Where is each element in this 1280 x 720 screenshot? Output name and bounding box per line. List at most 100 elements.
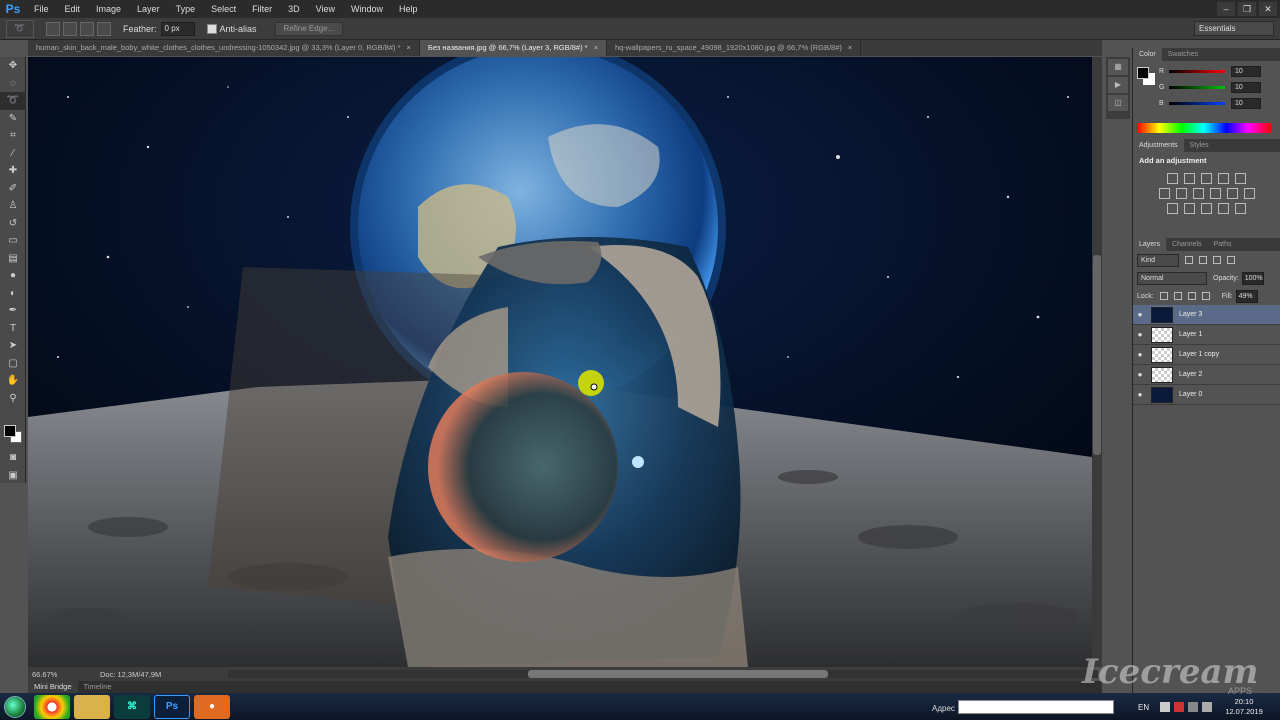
healing-tool-icon[interactable]: ✚ xyxy=(0,162,26,180)
tab-channels[interactable]: Channels xyxy=(1166,238,1208,251)
lock-pixels-icon[interactable] xyxy=(1173,292,1182,300)
address-input[interactable] xyxy=(958,700,1114,714)
opacity-input[interactable]: 100% xyxy=(1241,271,1264,285)
filter-type-icon[interactable] xyxy=(1213,256,1221,264)
close-icon[interactable]: × xyxy=(848,43,852,52)
gradient-map-icon[interactable] xyxy=(1218,203,1229,214)
filter-pixel-icon[interactable] xyxy=(1185,256,1193,264)
doc-tab-2[interactable]: Без названия.jpg @ 66,7% (Layer 3, RGB/8… xyxy=(419,40,607,56)
type-tool-icon[interactable]: T xyxy=(0,320,26,338)
tab-swatches[interactable]: Swatches xyxy=(1162,48,1204,61)
menu-type[interactable]: Type xyxy=(168,0,204,18)
blur-tool-icon[interactable]: ● xyxy=(0,267,26,285)
brush-tool-icon[interactable]: ✐ xyxy=(0,180,26,198)
tray-network-icon[interactable] xyxy=(1188,702,1198,712)
menu-help[interactable]: Help xyxy=(391,0,426,18)
black-white-icon[interactable] xyxy=(1192,188,1204,199)
minimize-icon[interactable]: – xyxy=(1217,2,1235,16)
quick-select-tool-icon[interactable]: ✎ xyxy=(0,110,26,128)
move-tool-icon[interactable]: ✥ xyxy=(0,57,26,75)
tab-color[interactable]: Color xyxy=(1133,48,1162,61)
quick-mask-icon[interactable]: ◙ xyxy=(0,449,26,467)
posterize-icon[interactable] xyxy=(1184,203,1195,214)
refine-edge-button[interactable]: Refine Edge... xyxy=(274,21,344,36)
tab-adjustments[interactable]: Adjustments xyxy=(1133,139,1184,152)
color-balance-icon[interactable] xyxy=(1175,188,1187,199)
slider-value-r[interactable]: 10 xyxy=(1231,65,1261,77)
filter-shape-icon[interactable] xyxy=(1227,256,1235,264)
subtract-selection-icon[interactable] xyxy=(80,21,94,36)
shape-tool-icon[interactable]: ▢ xyxy=(0,355,26,373)
eye-icon[interactable]: ● xyxy=(1133,330,1147,339)
lock-position-icon[interactable] xyxy=(1187,292,1196,300)
menu-image[interactable]: Image xyxy=(88,0,129,18)
lock-all-icon[interactable] xyxy=(1201,292,1210,300)
doc-tab-3[interactable]: hq-wallpapers_ru_space_49098_1920x1080.j… xyxy=(607,40,862,56)
close-icon[interactable]: × xyxy=(594,43,598,52)
intersect-selection-icon[interactable] xyxy=(97,21,111,36)
horizontal-scroll-thumb[interactable] xyxy=(528,670,828,678)
slider-track-g[interactable] xyxy=(1169,85,1225,89)
curves-icon[interactable] xyxy=(1201,173,1212,184)
stamp-tool-icon[interactable]: ♙ xyxy=(0,197,26,215)
language-indicator[interactable]: EN xyxy=(1138,703,1149,712)
recorder-icon[interactable]: ● xyxy=(194,694,230,719)
exposure-icon[interactable] xyxy=(1218,173,1229,184)
path-select-tool-icon[interactable]: ➤ xyxy=(0,337,26,355)
crop-tool-icon[interactable]: ⌗ xyxy=(0,127,26,145)
doc-tab-1[interactable]: human_skin_back_male_boby_white_clothes_… xyxy=(28,40,420,56)
explorer-icon[interactable] xyxy=(74,694,110,719)
close-icon[interactable]: ✕ xyxy=(1259,2,1277,16)
start-button[interactable] xyxy=(0,693,30,720)
color-lookup-icon[interactable] xyxy=(1243,188,1255,199)
invert-icon[interactable] xyxy=(1167,203,1178,214)
dodge-tool-icon[interactable]: ◐ xyxy=(0,285,26,303)
slider-value-b[interactable]: 10 xyxy=(1231,97,1261,109)
new-selection-icon[interactable] xyxy=(46,21,60,36)
eye-icon[interactable]: ● xyxy=(1133,350,1147,359)
layer-row-layer-1[interactable]: ● Layer 1 xyxy=(1133,325,1280,345)
layer-row-layer-2[interactable]: ● Layer 2 xyxy=(1133,365,1280,385)
foreground-color-swatch[interactable] xyxy=(1137,67,1149,79)
add-selection-icon[interactable] xyxy=(63,21,77,36)
lock-transparency-icon[interactable] xyxy=(1159,292,1168,300)
close-icon[interactable]: × xyxy=(407,43,411,52)
history-brush-tool-icon[interactable]: ↺ xyxy=(0,215,26,233)
layer-row-layer-3[interactable]: ● Layer 3 xyxy=(1133,305,1280,325)
lasso-tool-icon[interactable]: ➰ xyxy=(0,92,26,110)
restore-icon[interactable]: ❐ xyxy=(1238,2,1256,16)
brightness-icon[interactable] xyxy=(1167,173,1178,184)
antialias-checkbox[interactable] xyxy=(206,23,217,34)
menu-view[interactable]: View xyxy=(308,0,343,18)
pen-tool-icon[interactable]: ✒ xyxy=(0,302,26,320)
levels-icon[interactable] xyxy=(1184,173,1195,184)
layer-row-layer-0[interactable]: ● Layer 0 xyxy=(1133,385,1280,405)
menu-3d[interactable]: 3D xyxy=(280,0,308,18)
layer-row-layer-1-copy[interactable]: ● Layer 1 copy xyxy=(1133,345,1280,365)
eye-icon[interactable]: ● xyxy=(1133,370,1147,379)
eye-icon[interactable]: ● xyxy=(1133,390,1147,399)
foreground-color-swatch[interactable] xyxy=(4,425,16,437)
blend-mode-select[interactable]: Normal xyxy=(1137,271,1207,285)
green-app-icon[interactable]: ⌘ xyxy=(114,694,150,719)
actions-panel-icon[interactable]: ▶ xyxy=(1108,77,1128,93)
vertical-scroll-thumb[interactable] xyxy=(1093,255,1101,455)
lasso-tool-preset-icon[interactable]: ➰ xyxy=(6,19,34,38)
history-panel-icon[interactable]: ▦ xyxy=(1108,59,1128,75)
tab-styles[interactable]: Styles xyxy=(1184,139,1215,152)
vibrance-icon[interactable] xyxy=(1235,173,1246,184)
menu-layer[interactable]: Layer xyxy=(129,0,168,18)
feather-input[interactable]: 0 px xyxy=(160,21,195,36)
eyedropper-tool-icon[interactable]: ⁄ xyxy=(0,145,26,163)
photo-filter-icon[interactable] xyxy=(1209,188,1221,199)
marquee-tool-icon[interactable]: ◌ xyxy=(0,75,26,93)
slider-value-g[interactable]: 10 xyxy=(1231,81,1261,93)
tab-mini-bridge[interactable]: Mini Bridge xyxy=(28,681,78,693)
hand-tool-icon[interactable]: ✋ xyxy=(0,372,26,390)
color-spectrum[interactable] xyxy=(1137,123,1271,133)
screen-mode-icon[interactable]: ▣ xyxy=(0,467,26,485)
system-clock[interactable]: 20:10 12.07.2019 xyxy=(1224,697,1264,717)
eraser-tool-icon[interactable]: ▭ xyxy=(0,232,26,250)
tab-layers[interactable]: Layers xyxy=(1133,238,1167,251)
document-canvas[interactable] xyxy=(28,57,1092,667)
